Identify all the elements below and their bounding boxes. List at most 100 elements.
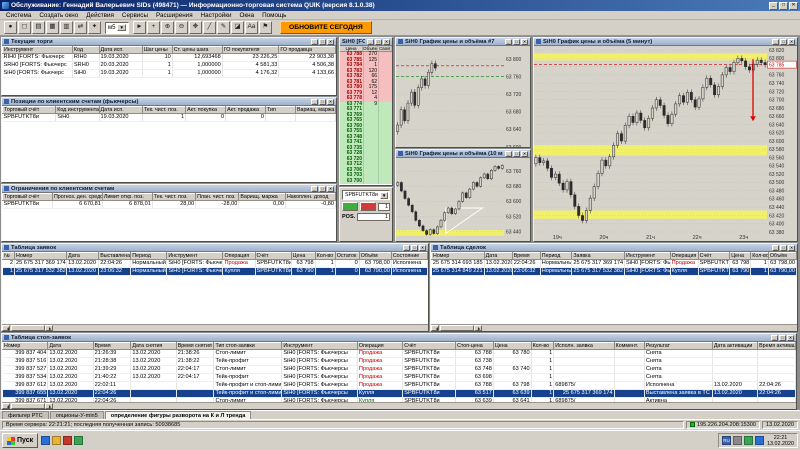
column-header[interactable]: Инструмент: [624, 253, 670, 260]
column-header[interactable]: Тек. чист. поз.: [152, 194, 195, 201]
zoom-in-icon[interactable]: ⊕: [161, 21, 174, 34]
close-button[interactable]: ✕: [788, 39, 795, 45]
sell-button[interactable]: [360, 202, 376, 211]
menu-item[interactable]: Окна: [236, 12, 259, 19]
column-header[interactable]: Торговый счёт: [3, 194, 53, 201]
column-header[interactable]: Время: [512, 253, 540, 260]
column-header[interactable]: Вариац. маржа: [239, 194, 286, 201]
interval-select[interactable]: м5 ▼: [105, 22, 129, 34]
start-button[interactable]: Пуск: [2, 433, 38, 448]
print-icon[interactable]: ▥: [60, 21, 73, 34]
panel-titlebar[interactable]: SiH0 [FORTS] _□✕: [340, 38, 392, 46]
maximize-button[interactable]: □: [779, 2, 788, 10]
column-header[interactable]: Счёт: [403, 343, 456, 350]
quik-tray-icon[interactable]: [755, 436, 764, 445]
column-header[interactable]: Дата исп.: [99, 107, 142, 114]
column-header[interactable]: Дата снятия: [131, 343, 176, 350]
table-row[interactable]: 399 837 51613.02.202021:28:3813.02.20202…: [3, 358, 796, 366]
minimize-button[interactable]: _: [772, 245, 779, 251]
table-row[interactable]: 399 837 53413.02.202021:40:2213.02.20202…: [3, 374, 796, 382]
buy-button[interactable]: [342, 202, 358, 211]
column-header[interactable]: Акт. продажа: [226, 107, 266, 114]
column-header[interactable]: Заявка: [572, 253, 625, 260]
column-header[interactable]: Цена: [730, 253, 751, 260]
minimize-button[interactable]: _: [311, 39, 318, 45]
horizontal-scrollbar[interactable]: [431, 324, 797, 331]
media-player-icon[interactable]: [63, 436, 72, 445]
table-row[interactable]: 225 675 317 369 17413.02.202022:04:26Нор…: [3, 260, 428, 268]
minimize-button[interactable]: _: [771, 335, 778, 341]
table-row[interactable]: 125 675 317 532 38213.02.202023:06:32Нор…: [3, 268, 428, 276]
column-header[interactable]: Состояние: [391, 253, 427, 260]
scroll-right-button[interactable]: [45, 325, 53, 331]
close-button[interactable]: ✕: [327, 39, 334, 45]
price-chart-canvas[interactable]: 63 38063 40063 42063 44063 46063 48063 5…: [534, 46, 797, 241]
trend-line-icon[interactable]: ╱: [203, 21, 216, 34]
column-header[interactable]: Объём: [359, 253, 391, 260]
maximize-button[interactable]: □: [319, 39, 326, 45]
pan-hand-icon[interactable]: ✥: [189, 21, 202, 34]
column-header[interactable]: Время: [93, 343, 131, 350]
maximize-button[interactable]: □: [319, 186, 326, 192]
column-header[interactable]: Счёт: [255, 253, 291, 260]
table-row[interactable]: 399 837 65513.02.202022:04:26Тейк-профит…: [3, 390, 796, 398]
column-header[interactable]: Исполн. заявка: [554, 343, 614, 350]
column-header[interactable]: Инструмент: [167, 253, 223, 260]
panel-titlebar[interactable]: Ограничения по клиентским счетам _□✕: [2, 185, 336, 193]
panel-titlebar[interactable]: SiH0 График цены и объёма (5 минут) _□✕: [534, 38, 797, 46]
scrollbar-thumb[interactable]: [11, 403, 45, 409]
network-status-icon[interactable]: [744, 436, 753, 445]
column-header[interactable]: Объём: [768, 253, 796, 260]
save-icon[interactable]: ▦: [46, 21, 59, 34]
column-header[interactable]: Шаг цены: [142, 47, 172, 54]
close-button[interactable]: ✕: [521, 39, 528, 45]
connection-status-icon[interactable]: ●: [4, 21, 17, 34]
column-header[interactable]: Тек. чист. поз.: [142, 107, 185, 114]
minimize-button[interactable]: _: [769, 2, 778, 10]
column-header[interactable]: Цена: [493, 343, 531, 350]
column-header[interactable]: Операция: [223, 253, 255, 260]
scrollbar-thumb[interactable]: [440, 325, 474, 331]
close-button[interactable]: ✕: [327, 186, 334, 192]
open-file-icon[interactable]: ▤: [32, 21, 45, 34]
column-header[interactable]: Прогноз. ден. средств: [52, 194, 102, 201]
panel-titlebar[interactable]: SiH0 График цены и объёма (10 минут) _□✕: [396, 150, 530, 158]
close-button[interactable]: ✕: [787, 335, 794, 341]
table-row[interactable]: SRH0 [FORTS: ФьючерсSRH020.03.202011,000…: [3, 62, 336, 70]
scroll-left-button[interactable]: [431, 325, 439, 331]
panel-titlebar[interactable]: Таблица заявок _□✕: [2, 244, 428, 252]
file-explorer-icon[interactable]: [52, 436, 61, 445]
minimize-button[interactable]: _: [311, 99, 318, 105]
window-titlebar[interactable]: Обслуживание: Геннадий Валерьевич SIDs (…: [0, 0, 800, 11]
maximize-button[interactable]: □: [375, 39, 382, 45]
column-header[interactable]: Дата исп.: [99, 47, 142, 54]
column-header[interactable]: Период: [540, 253, 572, 260]
flag-icon[interactable]: ⚑: [259, 21, 272, 34]
scrollbar-thumb[interactable]: [11, 325, 45, 331]
menu-item[interactable]: Создать окно: [35, 12, 82, 19]
close-button[interactable]: ✕: [419, 245, 426, 251]
column-header[interactable]: Остаток: [335, 253, 359, 260]
price-chart-canvas[interactable]: 63 44063 52063 60063 68063 760: [396, 158, 530, 241]
column-header[interactable]: Ст. цены шага: [172, 47, 222, 54]
column-header[interactable]: Кол-во: [315, 253, 335, 260]
table-row[interactable]: RIH0 [FORTS: ФьючерсRIH019.03.20201012,6…: [3, 54, 336, 62]
close-button[interactable]: ✕: [327, 99, 334, 105]
table-row[interactable]: 25 675 314 849 22113.02.202023:06:32Норм…: [432, 268, 797, 276]
panel-titlebar[interactable]: Таблица стоп-заявок _□✕: [2, 334, 796, 342]
column-header[interactable]: Вариац. маржа: [295, 107, 335, 114]
column-header[interactable]: Тип: [266, 107, 296, 114]
column-header[interactable]: Тип стоп-заявки: [214, 343, 282, 350]
export-data-icon[interactable]: ⇄: [74, 21, 87, 34]
desktop-tab[interactable]: фильтер РТС: [2, 411, 49, 419]
minimize-button[interactable]: _: [311, 186, 318, 192]
cursor-icon[interactable]: ►: [133, 21, 146, 34]
text-tool-icon[interactable]: Aa: [245, 21, 258, 34]
maximize-button[interactable]: □: [319, 99, 326, 105]
scroll-left-button[interactable]: [2, 403, 10, 409]
bid-row[interactable]: 63 700: [340, 179, 392, 185]
maximize-button[interactable]: □: [513, 151, 520, 157]
column-header[interactable]: Кол-во: [751, 253, 769, 260]
menu-item[interactable]: Действия: [82, 12, 118, 19]
column-header[interactable]: Кол-во: [531, 343, 554, 350]
